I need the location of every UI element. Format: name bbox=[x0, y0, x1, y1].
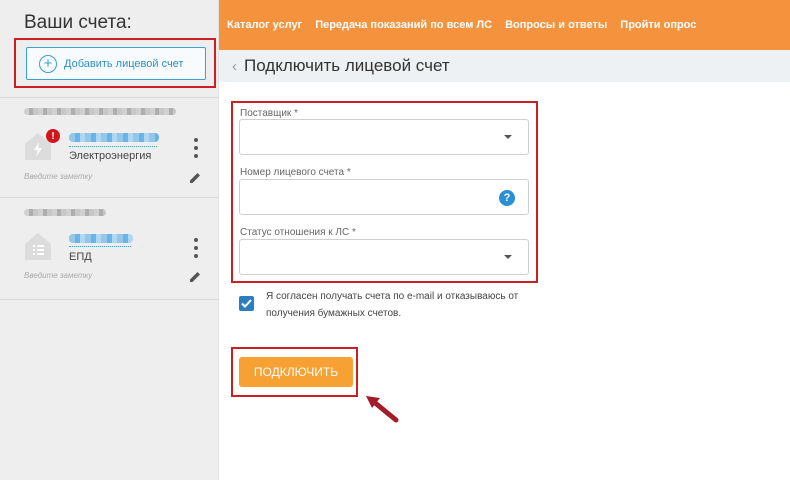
chevron-down-icon bbox=[504, 135, 512, 139]
account-note[interactable]: Введите заметку bbox=[24, 271, 92, 280]
account-address-blurred bbox=[24, 108, 176, 115]
account-menu-icon[interactable] bbox=[192, 238, 200, 258]
add-account-button[interactable]: + Добавить лицевой счет bbox=[26, 47, 206, 80]
plus-circle-icon: + bbox=[39, 54, 57, 73]
connect-account-form: Поставщик * Номер лицевого счета * ? Ста… bbox=[231, 101, 538, 283]
sidebar-title: Ваши счета: bbox=[24, 12, 132, 33]
chevron-down-icon bbox=[504, 255, 512, 259]
relation-status-select[interactable] bbox=[239, 239, 529, 275]
nav-link-survey[interactable]: Пройти опрос bbox=[620, 19, 696, 31]
provider-select[interactable] bbox=[239, 119, 529, 155]
checkmark-icon bbox=[241, 299, 252, 308]
account-number-label: Номер лицевого счета * bbox=[240, 167, 351, 178]
back-chevron-icon[interactable]: ‹ bbox=[232, 58, 237, 75]
account-number-underline bbox=[69, 146, 157, 147]
add-account-label: Добавить лицевой счет bbox=[64, 57, 184, 70]
connect-button[interactable]: ПОДКЛЮЧИТЬ bbox=[239, 357, 353, 387]
alert-badge: ! bbox=[46, 129, 60, 143]
help-icon[interactable]: ? bbox=[499, 190, 515, 206]
nav-link-meter-readings[interactable]: Передача показаний по всем ЛС bbox=[315, 19, 492, 31]
account-service-name: Электроэнергия bbox=[69, 150, 152, 162]
page-header: ‹ Подключить лицевой счет bbox=[219, 50, 790, 82]
accounts-sidebar: Ваши счета: + Добавить лицевой счет ! Эл… bbox=[0, 0, 219, 480]
page-title: Подключить лицевой счет bbox=[244, 56, 450, 75]
top-navigation: Каталог услуг Передача показаний по всем… bbox=[219, 0, 790, 50]
consent-text: Я согласен получать счета по e-mail и от… bbox=[266, 291, 519, 319]
provider-label: Поставщик * bbox=[240, 108, 298, 119]
edit-pencil-icon[interactable] bbox=[188, 171, 202, 185]
account-number-input[interactable]: ? bbox=[239, 179, 529, 215]
account-menu-icon[interactable] bbox=[192, 138, 200, 158]
house-document-icon bbox=[25, 233, 51, 260]
account-card[interactable]: ! Электроэнергия Введите заметку bbox=[0, 97, 219, 198]
relation-status-label: Статус отношения к ЛС * bbox=[240, 227, 356, 238]
account-number-underline bbox=[69, 246, 131, 247]
account-note[interactable]: Введите заметку bbox=[24, 172, 92, 181]
consent-checkbox[interactable] bbox=[239, 296, 254, 311]
nav-link-faq[interactable]: Вопросы и ответы bbox=[505, 19, 607, 31]
account-card[interactable]: ЕПД Введите заметку bbox=[0, 198, 219, 300]
account-number-blurred bbox=[69, 133, 159, 142]
nav-link-catalog[interactable]: Каталог услуг bbox=[227, 19, 302, 31]
account-address-blurred bbox=[24, 209, 106, 216]
pointer-arrow-icon bbox=[366, 396, 399, 423]
connect-button-highlight: ПОДКЛЮЧИТЬ bbox=[231, 347, 358, 397]
account-number-blurred bbox=[69, 234, 133, 243]
edit-pencil-icon[interactable] bbox=[188, 270, 202, 284]
account-service-name: ЕПД bbox=[69, 251, 92, 263]
add-account-highlight: + Добавить лицевой счет bbox=[14, 38, 216, 88]
